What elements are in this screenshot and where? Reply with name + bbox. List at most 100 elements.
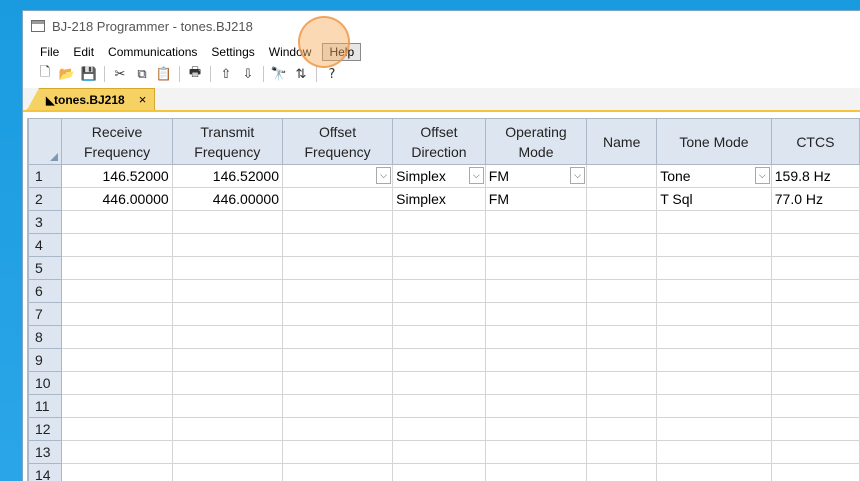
grid-cell[interactable] (656, 279, 772, 303)
grid-cell[interactable] (61, 325, 173, 349)
print-icon[interactable]: 🖶 (185, 64, 205, 84)
column-header-name[interactable]: Name (586, 118, 658, 165)
paste-icon[interactable]: 📋 (154, 64, 174, 84)
row-number[interactable]: 12 (27, 417, 63, 441)
grid-cell[interactable] (586, 348, 658, 372)
grid-cell[interactable]: FM ⌵ (484, 164, 588, 188)
grid-cell[interactable] (484, 302, 588, 326)
grid-cell[interactable] (770, 256, 860, 280)
grid-cell[interactable] (484, 279, 588, 303)
save-icon[interactable]: 💾 (79, 64, 99, 84)
row-number[interactable]: 3 (27, 210, 63, 234)
grid-cell[interactable]: ⌵ (281, 164, 394, 188)
grid-cell[interactable]: Tone ⌵ (656, 164, 772, 188)
grid-cell[interactable] (392, 210, 486, 234)
grid-cell[interactable] (392, 348, 486, 372)
grid-cell[interactable] (770, 440, 860, 464)
row-number[interactable]: 9 (27, 348, 63, 372)
grid-cell[interactable]: Simplex ⌵ (392, 164, 486, 188)
grid-cell[interactable] (61, 302, 173, 326)
grid-cell[interactable] (392, 279, 486, 303)
grid-cell[interactable] (770, 210, 860, 234)
move-up-icon[interactable]: ⇧ (216, 64, 236, 84)
grid-cell[interactable] (770, 325, 860, 349)
cut-icon[interactable]: ✂ (110, 64, 130, 84)
grid-cell[interactable] (656, 417, 772, 441)
grid-cell[interactable] (171, 279, 283, 303)
grid-cell[interactable] (281, 256, 394, 280)
grid-cell[interactable] (484, 348, 588, 372)
row-number[interactable]: 4 (27, 233, 63, 257)
menu-window[interactable]: Window (262, 43, 319, 61)
grid-cell[interactable]: 446.00000 (61, 187, 173, 211)
grid-cell[interactable] (586, 463, 658, 481)
column-header-tone-mode[interactable]: Tone Mode (656, 118, 772, 165)
grid-cell[interactable] (586, 233, 658, 257)
grid-cell[interactable] (586, 417, 658, 441)
grid-cell[interactable] (61, 440, 173, 464)
grid-cell[interactable] (770, 279, 860, 303)
grid-cell[interactable] (484, 325, 588, 349)
grid-cell[interactable] (61, 371, 173, 395)
grid-cell[interactable] (61, 394, 173, 418)
column-header-transmit-frequency[interactable]: Transmit Frequency (171, 118, 283, 165)
grid-cell[interactable] (586, 164, 658, 188)
grid-cell[interactable]: 446.00000 (171, 187, 283, 211)
sort-icon[interactable]: ⇅ (291, 64, 311, 84)
grid-cell[interactable] (392, 394, 486, 418)
grid-cell[interactable] (281, 394, 394, 418)
grid-cell[interactable] (281, 417, 394, 441)
grid-cell[interactable] (61, 279, 173, 303)
menu-help[interactable]: Help (322, 43, 362, 61)
new-file-icon[interactable]: 🗋 (35, 64, 55, 84)
grid-cell[interactable] (281, 348, 394, 372)
grid-cell[interactable] (281, 187, 394, 211)
grid-cell[interactable] (586, 256, 658, 280)
grid-cell[interactable] (171, 463, 283, 481)
grid-cell[interactable] (484, 210, 588, 234)
grid-cell[interactable] (61, 256, 173, 280)
row-number[interactable]: 7 (27, 302, 63, 326)
row-number[interactable]: 14 (27, 463, 63, 481)
menu-communications[interactable]: Communications (101, 43, 204, 61)
grid-cell[interactable] (770, 371, 860, 395)
grid-cell[interactable] (392, 233, 486, 257)
close-tab-icon[interactable]: × (139, 92, 147, 107)
row-number[interactable]: 5 (27, 256, 63, 280)
grid-cell[interactable] (171, 325, 283, 349)
grid-cell[interactable] (171, 302, 283, 326)
grid-cell[interactable] (586, 394, 658, 418)
grid-cell[interactable] (586, 210, 658, 234)
grid-cell[interactable] (392, 417, 486, 441)
grid-cell[interactable] (770, 302, 860, 326)
grid-cell[interactable] (281, 302, 394, 326)
find-icon[interactable]: 🔭 (269, 64, 289, 84)
grid-cell[interactable] (484, 440, 588, 464)
grid-cell[interactable] (281, 463, 394, 481)
grid-cell[interactable] (586, 279, 658, 303)
grid-cell[interactable] (656, 348, 772, 372)
grid-cell[interactable] (484, 417, 588, 441)
grid-cell[interactable] (61, 417, 173, 441)
grid-cell[interactable] (656, 256, 772, 280)
grid-cell[interactable] (171, 417, 283, 441)
grid-cell[interactable] (484, 233, 588, 257)
column-header-receive-frequency[interactable]: Receive Frequency (61, 118, 173, 165)
grid-cell[interactable]: 146.52000 (171, 164, 283, 188)
grid-cell[interactable] (171, 371, 283, 395)
grid-cell[interactable]: Simplex (392, 187, 486, 211)
column-header-offset-direction[interactable]: Offset Direction (392, 118, 486, 165)
grid-cell[interactable] (484, 463, 588, 481)
chevron-down-icon[interactable]: ⌵ (754, 167, 770, 184)
grid-cell[interactable] (586, 302, 658, 326)
grid-cell[interactable] (656, 233, 772, 257)
grid-cell[interactable] (61, 463, 173, 481)
grid-cell[interactable] (586, 187, 658, 211)
grid-cell[interactable] (171, 210, 283, 234)
grid-cell[interactable]: T Sql (656, 187, 772, 211)
chevron-down-icon[interactable]: ⌵ (468, 167, 484, 184)
grid-cell[interactable] (656, 371, 772, 395)
grid-cell[interactable]: FM (484, 187, 588, 211)
menu-edit[interactable]: Edit (66, 43, 101, 61)
row-number[interactable]: 11 (27, 394, 63, 418)
